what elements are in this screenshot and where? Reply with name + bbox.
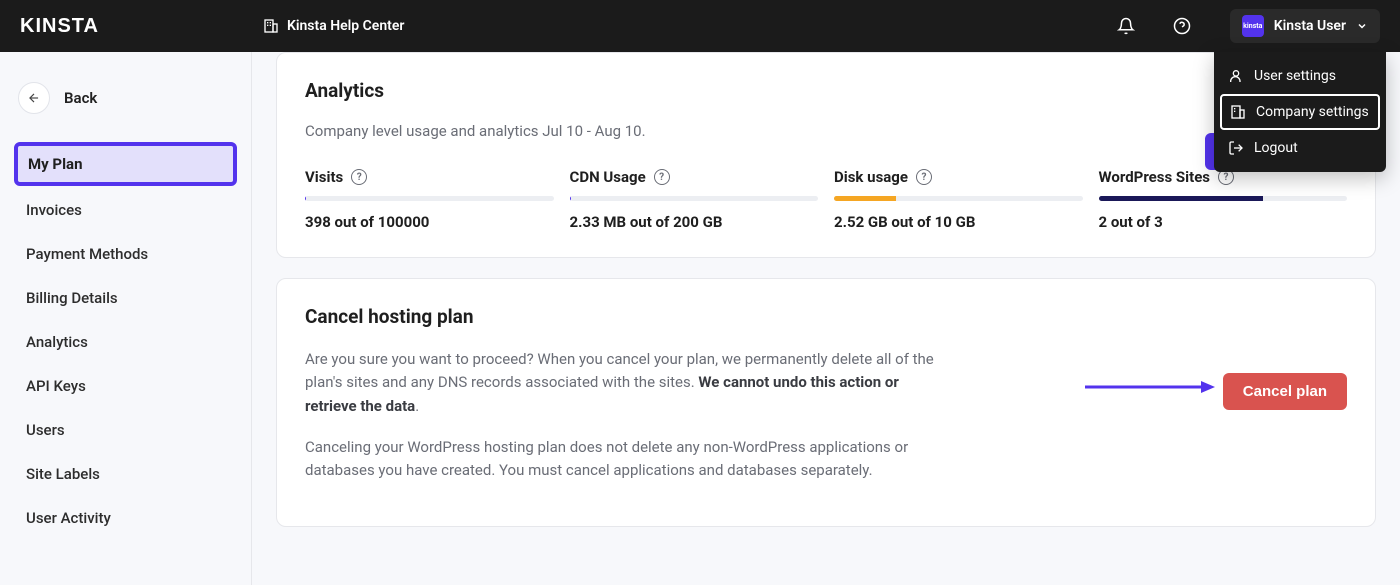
topbar: KINSTA Kinsta Help Center kinsta Kinsta …	[0, 0, 1400, 52]
user-menu-trigger[interactable]: kinsta Kinsta User	[1230, 9, 1380, 43]
sidebar-item-invoices[interactable]: Invoices	[14, 190, 237, 230]
notifications-icon[interactable]	[1110, 10, 1142, 42]
cancel-plan-button[interactable]: Cancel plan	[1223, 373, 1347, 410]
info-icon[interactable]: ?	[351, 169, 367, 185]
menu-user-settings[interactable]: User settings	[1214, 58, 1386, 94]
sidebar-item-my-plan[interactable]: My Plan	[14, 142, 237, 186]
analytics-subtitle: Company level usage and analytics Jul 10…	[305, 122, 1347, 140]
metric-value: 2 out of 3	[1099, 213, 1348, 231]
cancel-paragraph-2: Canceling your WordPress hosting plan do…	[305, 436, 945, 483]
user-dropdown: User settings Company settings Logout	[1214, 52, 1386, 172]
metric-cdn: CDN Usage ? 2.33 MB out of 200 GB	[570, 168, 819, 231]
sidebar-item-payment-methods[interactable]: Payment Methods	[14, 234, 237, 274]
sidebar-item-user-activity[interactable]: User Activity	[14, 498, 237, 538]
metric-label: Disk usage	[834, 168, 908, 186]
help-center-link[interactable]: Kinsta Help Center	[263, 18, 404, 34]
sidebar-item-users[interactable]: Users	[14, 410, 237, 450]
chevron-down-icon	[1356, 20, 1368, 32]
sidebar: Back My Plan Invoices Payment Methods Bi…	[0, 52, 252, 585]
menu-item-label: Company settings	[1256, 104, 1369, 120]
menu-company-settings[interactable]: Company settings	[1220, 94, 1380, 130]
back-button[interactable]	[18, 82, 50, 114]
user-name: Kinsta User	[1274, 18, 1346, 34]
back-label[interactable]: Back	[64, 89, 97, 107]
info-icon[interactable]: ?	[654, 169, 670, 185]
avatar: kinsta	[1242, 15, 1264, 37]
metric-label: CDN Usage	[570, 168, 646, 186]
help-icon[interactable]	[1166, 10, 1198, 42]
metric-value: 2.52 GB out of 10 GB	[834, 213, 1083, 231]
user-icon	[1228, 68, 1244, 84]
cancel-title: Cancel hosting plan	[305, 305, 1347, 328]
sidebar-item-site-labels[interactable]: Site Labels	[14, 454, 237, 494]
cancel-plan-card: Cancel hosting plan Are you sure you wan…	[276, 278, 1376, 527]
menu-logout[interactable]: Logout	[1214, 130, 1386, 166]
metric-disk: Disk usage ? 2.52 GB out of 10 GB	[834, 168, 1083, 231]
annotation-arrow-icon	[1085, 379, 1215, 395]
metric-label: WordPress Sites	[1099, 168, 1211, 186]
help-center-label: Kinsta Help Center	[287, 18, 404, 34]
menu-item-label: User settings	[1254, 68, 1336, 84]
analytics-title: Analytics	[305, 79, 1347, 102]
metric-label: Visits	[305, 168, 343, 186]
metric-visits: Visits ? 398 out of 100000	[305, 168, 554, 231]
metric-wp: WordPress Sites ? 2 out of 3	[1099, 168, 1348, 231]
building-icon	[1230, 104, 1246, 120]
analytics-card: Analytics Company level usage and analyt…	[276, 52, 1376, 258]
sidebar-item-billing-details[interactable]: Billing Details	[14, 278, 237, 318]
arrow-left-icon	[27, 91, 41, 105]
menu-item-label: Logout	[1254, 140, 1298, 156]
kinsta-logo: KINSTA	[20, 15, 99, 38]
info-icon[interactable]: ?	[916, 169, 932, 185]
cancel-paragraph-1: Are you sure you want to proceed? When y…	[305, 348, 945, 418]
sidebar-item-analytics[interactable]: Analytics	[14, 322, 237, 362]
building-icon	[263, 18, 279, 34]
metric-value: 2.33 MB out of 200 GB	[570, 213, 819, 231]
sidebar-item-api-keys[interactable]: API Keys	[14, 366, 237, 406]
metric-value: 398 out of 100000	[305, 213, 554, 231]
logout-icon	[1228, 140, 1244, 156]
